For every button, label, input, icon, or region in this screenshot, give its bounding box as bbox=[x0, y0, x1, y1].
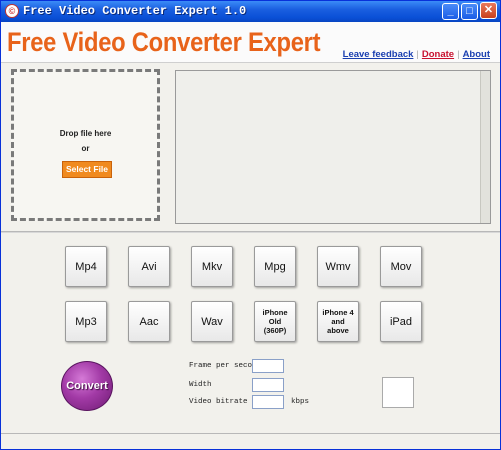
format-iphone-new-button[interactable]: iPhone 4 and above bbox=[317, 301, 359, 342]
header-links: Leave feedback | Donate | About bbox=[343, 49, 490, 60]
app-window: © Free Video Converter Expert 1.0 _ □ Fr… bbox=[0, 0, 501, 450]
file-list-scrollbar[interactable] bbox=[480, 71, 490, 223]
format-grid: Mp4 Avi Mkv Mpg Wmv Mov Mp3 Aac Wav iPho… bbox=[1, 232, 500, 356]
link-separator: | bbox=[457, 49, 460, 60]
bitrate-unit-label: kbps bbox=[291, 398, 310, 406]
leave-feedback-link[interactable]: Leave feedback bbox=[343, 49, 414, 60]
settings-section: Convert Frame per second Width Video bit… bbox=[1, 355, 500, 434]
format-wav-button[interactable]: Wav bbox=[191, 301, 233, 342]
input-section: Drop file here or Select File bbox=[1, 63, 500, 232]
close-button[interactable]: ✕ bbox=[480, 2, 497, 19]
link-separator: | bbox=[416, 49, 419, 60]
width-label: Width bbox=[189, 381, 212, 389]
bitrate-label: Video bitrate bbox=[189, 398, 248, 406]
format-avi-button[interactable]: Avi bbox=[128, 246, 170, 287]
format-mp3-button[interactable]: Mp3 bbox=[65, 301, 107, 342]
width-input[interactable] bbox=[252, 378, 284, 392]
format-mkv-button[interactable]: Mkv bbox=[191, 246, 233, 287]
format-mpg-button[interactable]: Mpg bbox=[254, 246, 296, 287]
preview-box bbox=[382, 377, 414, 408]
file-drop-zone[interactable]: Drop file here or Select File bbox=[11, 69, 160, 221]
drop-file-label: Drop file here bbox=[59, 129, 112, 138]
app-logo-icon: © bbox=[5, 4, 19, 18]
about-link[interactable]: About bbox=[463, 49, 490, 60]
fps-label: Frame per second bbox=[189, 362, 262, 370]
donate-link[interactable]: Donate bbox=[422, 49, 454, 60]
file-list-area[interactable] bbox=[175, 70, 491, 224]
format-ipad-button[interactable]: iPad bbox=[380, 301, 422, 342]
brand-title: Free Video Converter Expert bbox=[7, 27, 321, 57]
select-file-button[interactable]: Select File bbox=[62, 161, 112, 178]
format-mp4-button[interactable]: Mp4 bbox=[65, 246, 107, 287]
convert-button[interactable]: Convert bbox=[61, 361, 113, 411]
minimize-button[interactable]: _ bbox=[442, 3, 459, 20]
format-aac-button[interactable]: Aac bbox=[128, 301, 170, 342]
status-bar bbox=[1, 434, 500, 449]
fps-input[interactable] bbox=[252, 359, 284, 373]
maximize-button[interactable]: □ bbox=[461, 3, 478, 20]
app-header: Free Video Converter Expert Leave feedba… bbox=[1, 22, 500, 63]
or-label: or bbox=[81, 144, 90, 153]
window-title: Free Video Converter Expert 1.0 bbox=[23, 4, 247, 18]
bitrate-input[interactable] bbox=[252, 395, 284, 409]
title-bar[interactable]: © Free Video Converter Expert 1.0 _ □ bbox=[1, 1, 500, 22]
format-wmv-button[interactable]: Wmv bbox=[317, 246, 359, 287]
format-iphone-old-button[interactable]: iPhone Old (360P) bbox=[254, 301, 296, 342]
format-mov-button[interactable]: Mov bbox=[380, 246, 422, 287]
